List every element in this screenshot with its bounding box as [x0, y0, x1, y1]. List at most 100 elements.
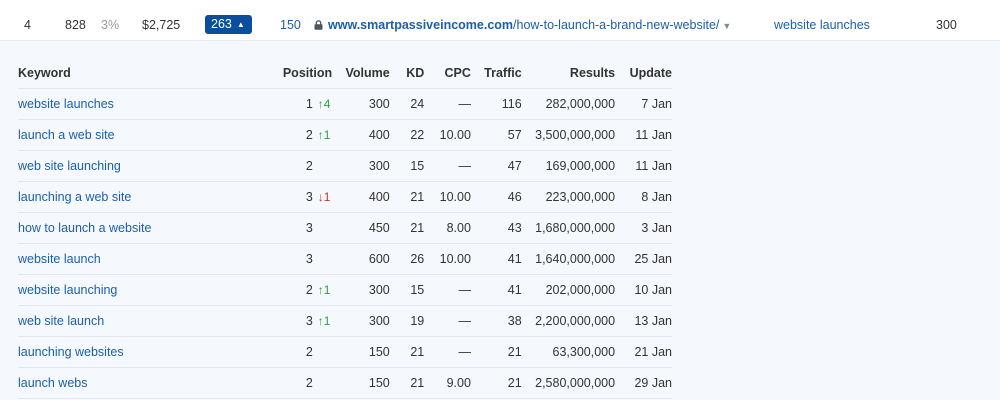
position-change: ↑1	[317, 314, 331, 328]
volume-cell: 300	[344, 305, 390, 337]
table-row: launch webs 2 150 21 9.00 21 2,580,000,000 29 J…	[18, 367, 672, 399]
position-value: 1	[305, 97, 313, 111]
position-value: 2	[305, 128, 313, 142]
keywords-expand-button[interactable]: 263 ▲	[205, 15, 252, 34]
kd-cell: 26	[389, 243, 425, 275]
cpc-cell: —	[424, 274, 471, 306]
kd-cell: 15	[389, 274, 425, 306]
traffic-cell: 46	[470, 181, 522, 213]
results-cell: 2,200,000,000	[521, 305, 616, 337]
update-cell: 8 Jan	[615, 181, 672, 213]
cpc-cell: 10.00	[424, 119, 471, 151]
results-cell: 202,000,000	[521, 274, 616, 306]
position-cell: 2 ↑1	[275, 119, 345, 151]
volume-cell: 300	[344, 274, 390, 306]
kd-cell: 24	[389, 88, 425, 120]
traffic-cell: 43	[470, 212, 522, 244]
keyword-link[interactable]: web site launch	[18, 305, 276, 337]
top-keyword-link[interactable]: website launches	[774, 0, 870, 40]
cpc-cell: —	[424, 336, 471, 368]
volume-cell: 400	[344, 119, 390, 151]
position-cell: 3	[275, 212, 345, 244]
table-row: website launch 3 600 26 10.00 41 1,640,000,000…	[18, 243, 672, 275]
keywords-table: Keyword Position Volume KD CPC Traffic R…	[18, 57, 672, 399]
position-cell: 2	[275, 367, 345, 399]
header-volume[interactable]: Volume	[344, 57, 390, 89]
volume-cell: 150	[344, 367, 390, 399]
volume-cell: 300	[344, 150, 390, 182]
traffic-cell: 38	[470, 305, 522, 337]
cpc-cell: —	[424, 88, 471, 120]
table-row: website launching 2 ↑1 300 15—41 202,000,000 1…	[18, 274, 672, 306]
traffic-cell: 41	[470, 274, 522, 306]
position-value: 3	[305, 190, 313, 204]
traffic-cell: 47	[470, 150, 522, 182]
volume-cell: 400	[344, 181, 390, 213]
cpc-cell: —	[424, 150, 471, 182]
header-results[interactable]: Results	[521, 57, 616, 89]
volume-cell: 300	[344, 88, 390, 120]
traffic-cell: 21	[470, 336, 522, 368]
position-change: ↑1	[317, 128, 331, 142]
page-url-link[interactable]: www.smartpassiveincome.com/how-to-launch…	[314, 0, 731, 40]
position-change: ↑4	[317, 97, 331, 111]
cpc-cell: 10.00	[424, 181, 471, 213]
keyword-link[interactable]: website launch	[18, 243, 276, 275]
keyword-link[interactable]: launch a web site	[18, 119, 276, 151]
position-value: 3	[305, 252, 313, 266]
table-row: web site launch 3 ↑1 300 19—38 2,200,000,000 1…	[18, 305, 672, 337]
traffic-cell: 21	[470, 367, 522, 399]
header-position[interactable]: Position	[275, 57, 345, 89]
kd-cell: 21	[389, 181, 425, 213]
position-cell: 3 ↑1	[275, 305, 345, 337]
position-cell: 2	[275, 150, 345, 182]
header-cpc[interactable]: CPC	[424, 57, 471, 89]
results-cell: 223,000,000	[521, 181, 616, 213]
kd-cell: 22	[389, 119, 425, 151]
referring-domains-link[interactable]: 150	[280, 0, 301, 40]
value-cell: $2,725	[142, 18, 181, 32]
update-cell: 29 Jan	[615, 367, 672, 399]
position-value: 3	[305, 314, 313, 328]
position-change: ↓1	[317, 190, 331, 204]
table-row: website launches 1 ↑4 300 24—116 282,000,000 7…	[18, 88, 672, 120]
lock-icon	[314, 19, 323, 30]
update-cell: 21 Jan	[615, 336, 672, 368]
table-row: how to launch a website 3 450 21 8.00 43 1,680…	[18, 212, 672, 244]
results-cell: 2,580,000,000	[521, 367, 616, 399]
chevron-down-icon[interactable]: ▼	[722, 21, 731, 31]
keyword-link[interactable]: web site launching	[18, 150, 276, 182]
traffic-cell: 116	[470, 88, 522, 120]
keyword-link[interactable]: how to launch a website	[18, 212, 276, 244]
cpc-cell: 8.00	[424, 212, 471, 244]
update-cell: 11 Jan	[615, 150, 672, 182]
table-row: web site launching 2 300 15—47 169,000,000 11…	[18, 150, 672, 182]
results-cell: 282,000,000	[521, 88, 616, 120]
position-change: ↑1	[317, 283, 331, 297]
triangle-up-icon: ▲	[236, 20, 245, 29]
keyword-link[interactable]: launching websites	[18, 336, 276, 368]
header-keyword[interactable]: Keyword	[18, 57, 276, 89]
update-cell: 7 Jan	[615, 88, 672, 120]
update-cell: 11 Jan	[615, 119, 672, 151]
update-cell: 25 Jan	[615, 243, 672, 275]
summary-row: 4 828 3% $2,725 263 ▲ 150 www.smartpassiv…	[0, 0, 1000, 41]
url-domain: www.smartpassiveincome.com	[328, 18, 514, 32]
keyword-link[interactable]: website launching	[18, 274, 276, 306]
header-traffic[interactable]: Traffic	[470, 57, 522, 89]
kd-cell: 21	[389, 367, 425, 399]
header-kd[interactable]: KD	[389, 57, 425, 89]
table-row: launch a web site 2 ↑1 400 22 10.00 57 3,500,00…	[18, 119, 672, 151]
keyword-link[interactable]: website launches	[18, 88, 276, 120]
update-cell: 3 Jan	[615, 212, 672, 244]
volume-cell: 150	[344, 336, 390, 368]
keywords-panel: Keyword Position Volume KD CPC Traffic R…	[0, 41, 1000, 400]
position-value: 3	[305, 221, 313, 235]
keyword-link[interactable]: launch webs	[18, 367, 276, 399]
traffic-percent-cell: 3%	[101, 18, 120, 32]
header-update[interactable]: Update	[615, 57, 672, 89]
keyword-link[interactable]: launching a web site	[18, 181, 276, 213]
position-value: 2	[305, 159, 313, 173]
kd-cell: 21	[389, 212, 425, 244]
ur-cell: 828	[65, 18, 86, 32]
